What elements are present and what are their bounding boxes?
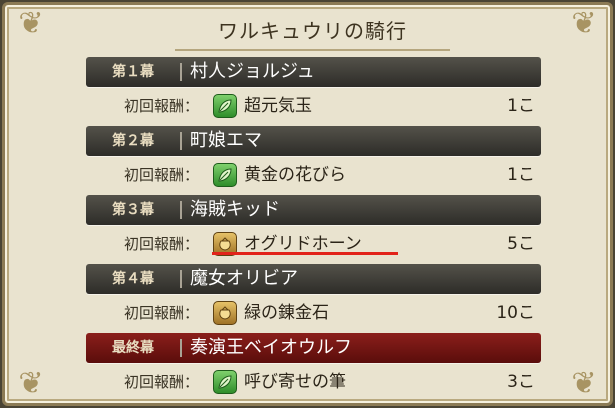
chapter-bar-2[interactable]: 第２幕 町娘エマ: [86, 126, 541, 156]
chapter-name: 村人ジョルジュ: [190, 61, 315, 82]
corner-ornament-icon: ❦: [571, 366, 597, 401]
chapter-name: 奏演王ベイオウルフ: [190, 337, 352, 358]
green-leaf-icon: [213, 370, 237, 394]
reward-quantity: 1こ: [507, 165, 535, 185]
reward-row-3: 初回報酬： オグリドホーン 5こ: [86, 227, 541, 261]
green-leaf-icon: [213, 163, 237, 187]
divider: [180, 339, 182, 357]
reward-item-name: オグリドホーン: [244, 234, 362, 254]
chapter-number: 第２幕: [112, 133, 154, 149]
chapter-number: 最終幕: [112, 340, 154, 356]
reward-row-4: 初回報酬： 緑の錬金石 10こ: [86, 296, 541, 330]
chapter-bar-1[interactable]: 第１幕 村人ジョルジュ: [86, 57, 541, 87]
reward-label: 初回報酬：: [124, 304, 200, 322]
corner-ornament-icon: ❦: [18, 366, 44, 401]
reward-row-final: 初回報酬： 呼び寄せの筆 3こ: [86, 365, 541, 399]
divider: [180, 132, 182, 150]
reward-item-name: 黄金の花びら: [244, 165, 346, 185]
corner-ornament-icon: ❦: [571, 6, 597, 41]
divider: [180, 270, 182, 288]
reward-item-name: 超元気玉: [244, 96, 312, 116]
chapter-name: 海賊キッド: [190, 199, 280, 220]
chapter-bar-4[interactable]: 第４幕 魔女オリビア: [86, 264, 541, 294]
chapter-number: 第４幕: [112, 271, 154, 287]
chapter-bar-3[interactable]: 第３幕 海賊キッド: [86, 195, 541, 225]
chapter-number: 第１幕: [112, 64, 154, 80]
reward-label: 初回報酬：: [124, 373, 200, 391]
reward-label: 初回報酬：: [124, 97, 200, 115]
reward-quantity: 5こ: [507, 234, 535, 254]
reward-label: 初回報酬：: [124, 166, 200, 184]
chapter-name: 町娘エマ: [190, 130, 262, 151]
green-leaf-icon: [213, 94, 237, 118]
chapter-name: 魔女オリビア: [190, 268, 298, 289]
reward-quantity: 10こ: [496, 303, 535, 323]
reward-row-1: 初回報酬： 超元気玉 1こ: [86, 89, 541, 123]
reward-quantity: 3こ: [507, 372, 535, 392]
divider: [180, 201, 182, 219]
reward-item-name: 呼び寄せの筆: [244, 372, 346, 392]
highlight-underline: [212, 252, 398, 255]
reward-quantity: 1こ: [507, 96, 535, 116]
gold-pouch-icon: [213, 301, 237, 325]
panel-title: ワルキュウリの騎行: [175, 13, 450, 51]
chapter-bar-final[interactable]: 最終幕 奏演王ベイオウルフ: [86, 333, 541, 363]
reward-label: 初回報酬：: [124, 235, 200, 253]
chapter-number: 第３幕: [112, 202, 154, 218]
reward-row-2: 初回報酬： 黄金の花びら 1こ: [86, 158, 541, 192]
divider: [180, 63, 182, 81]
corner-ornament-icon: ❦: [18, 6, 44, 41]
quest-panel: ❦ ❦ ❦ ❦ ワルキュウリの騎行 第１幕 村人ジョルジュ 初回報酬： 超元気玉…: [2, 2, 613, 406]
reward-item-name: 緑の錬金石: [244, 303, 329, 323]
